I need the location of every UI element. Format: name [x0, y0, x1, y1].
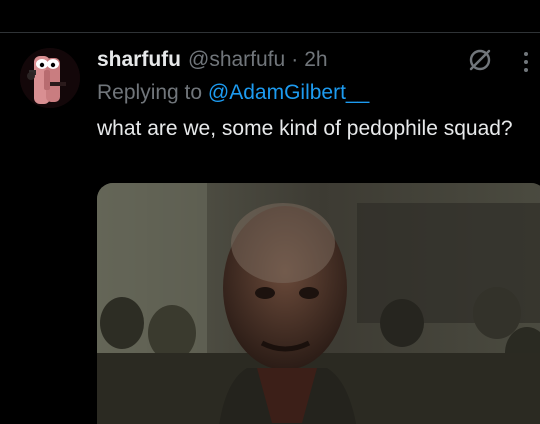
user-handle[interactable]: @sharfufu — [188, 44, 285, 76]
display-name[interactable]: sharfufu — [97, 44, 181, 76]
separator-dot: · — [291, 48, 299, 71]
avatar[interactable] — [20, 48, 80, 108]
tweet-media-image[interactable] — [97, 183, 540, 424]
tweet-header: sharfufu @sharfufu · 2h — [97, 44, 328, 76]
tweet-reply-view: sharfufu @sharfufu · 2h Replying to @Ada… — [0, 0, 540, 424]
more-options-icon[interactable] — [520, 50, 532, 74]
replying-to-label: Replying to — [97, 81, 203, 104]
divider — [0, 32, 540, 33]
replying-to-mention[interactable]: @AdamGilbert__ — [208, 81, 369, 104]
tweet-text: what are we, some kind of pedophile squa… — [97, 117, 513, 140]
grok-icon[interactable] — [466, 46, 494, 74]
replying-to-line: Replying to @AdamGilbert__ — [97, 78, 369, 108]
timestamp[interactable]: 2h — [304, 44, 327, 76]
media-image — [97, 183, 540, 424]
avatar-image — [20, 48, 80, 108]
